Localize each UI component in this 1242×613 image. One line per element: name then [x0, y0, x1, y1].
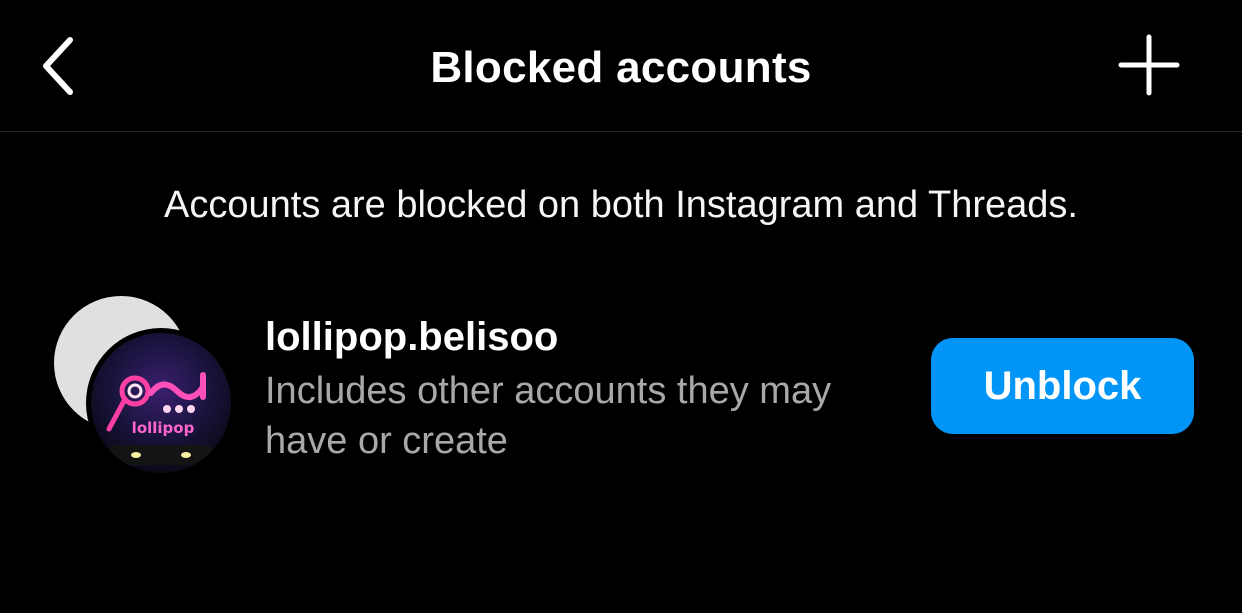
blocked-account-description: Includes other accounts they may have or…	[265, 370, 832, 462]
page-title: Blocked accounts	[430, 43, 812, 92]
blocked-account-row: lollipop lollipop.belisoo Includes other…	[0, 280, 1242, 490]
top-navigation-bar: Blocked accounts	[0, 0, 1242, 132]
blocked-username[interactable]: lollipop.belisoo	[265, 312, 558, 362]
plus-icon	[1118, 34, 1180, 96]
blocking-info-text: Accounts are blocked on both Instagram a…	[164, 184, 1078, 226]
profile-picture: lollipop	[91, 333, 231, 473]
add-blocked-account-button[interactable]	[1114, 30, 1184, 100]
unblock-button[interactable]: Unblock	[931, 338, 1194, 434]
avatar: lollipop	[86, 328, 236, 478]
avatar-logo-text: lollipop	[132, 419, 195, 437]
avatar-stack[interactable]: lollipop	[54, 296, 236, 478]
blocked-accounts-screen: Blocked accounts Accounts are blocked on…	[0, 0, 1242, 613]
